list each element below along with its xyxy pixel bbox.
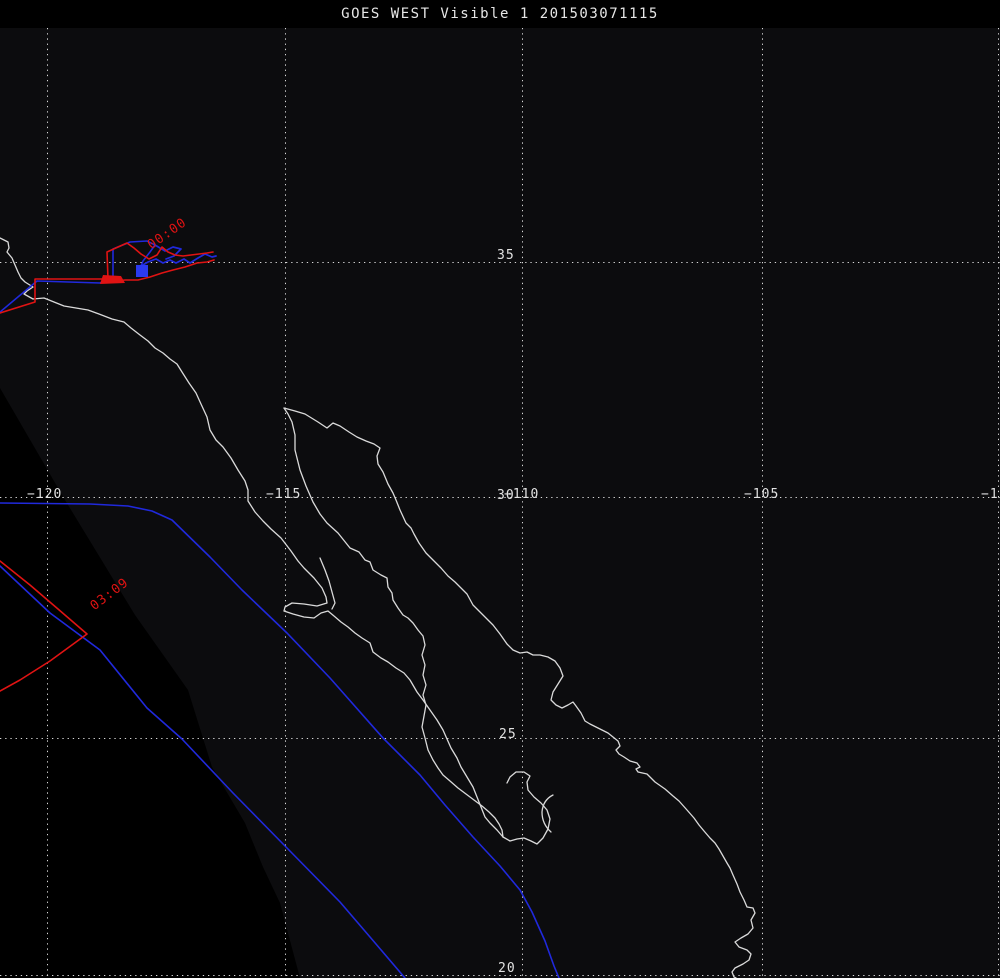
lon-label-100-clipped: −1 [981, 488, 999, 501]
lat-label-35: 35 [497, 248, 515, 263]
lat-label-20: 20 [498, 961, 516, 976]
blue-position-marker [136, 265, 148, 277]
lon-label-110: −110 [504, 487, 540, 502]
lon-label-105: −105 [744, 487, 780, 502]
lon-label-120: −120 [27, 487, 63, 502]
title-bar: GOES WEST Visible 1 201503071115 [0, 0, 1000, 28]
image-title: GOES WEST Visible 1 201503071115 [341, 6, 659, 22]
lat-label-25: 25 [499, 727, 517, 742]
lon-label-115: −115 [266, 487, 302, 502]
goes-west-satellite-viewer: GOES WEST Visible 1 201503071115 35 30 2… [0, 0, 1000, 978]
